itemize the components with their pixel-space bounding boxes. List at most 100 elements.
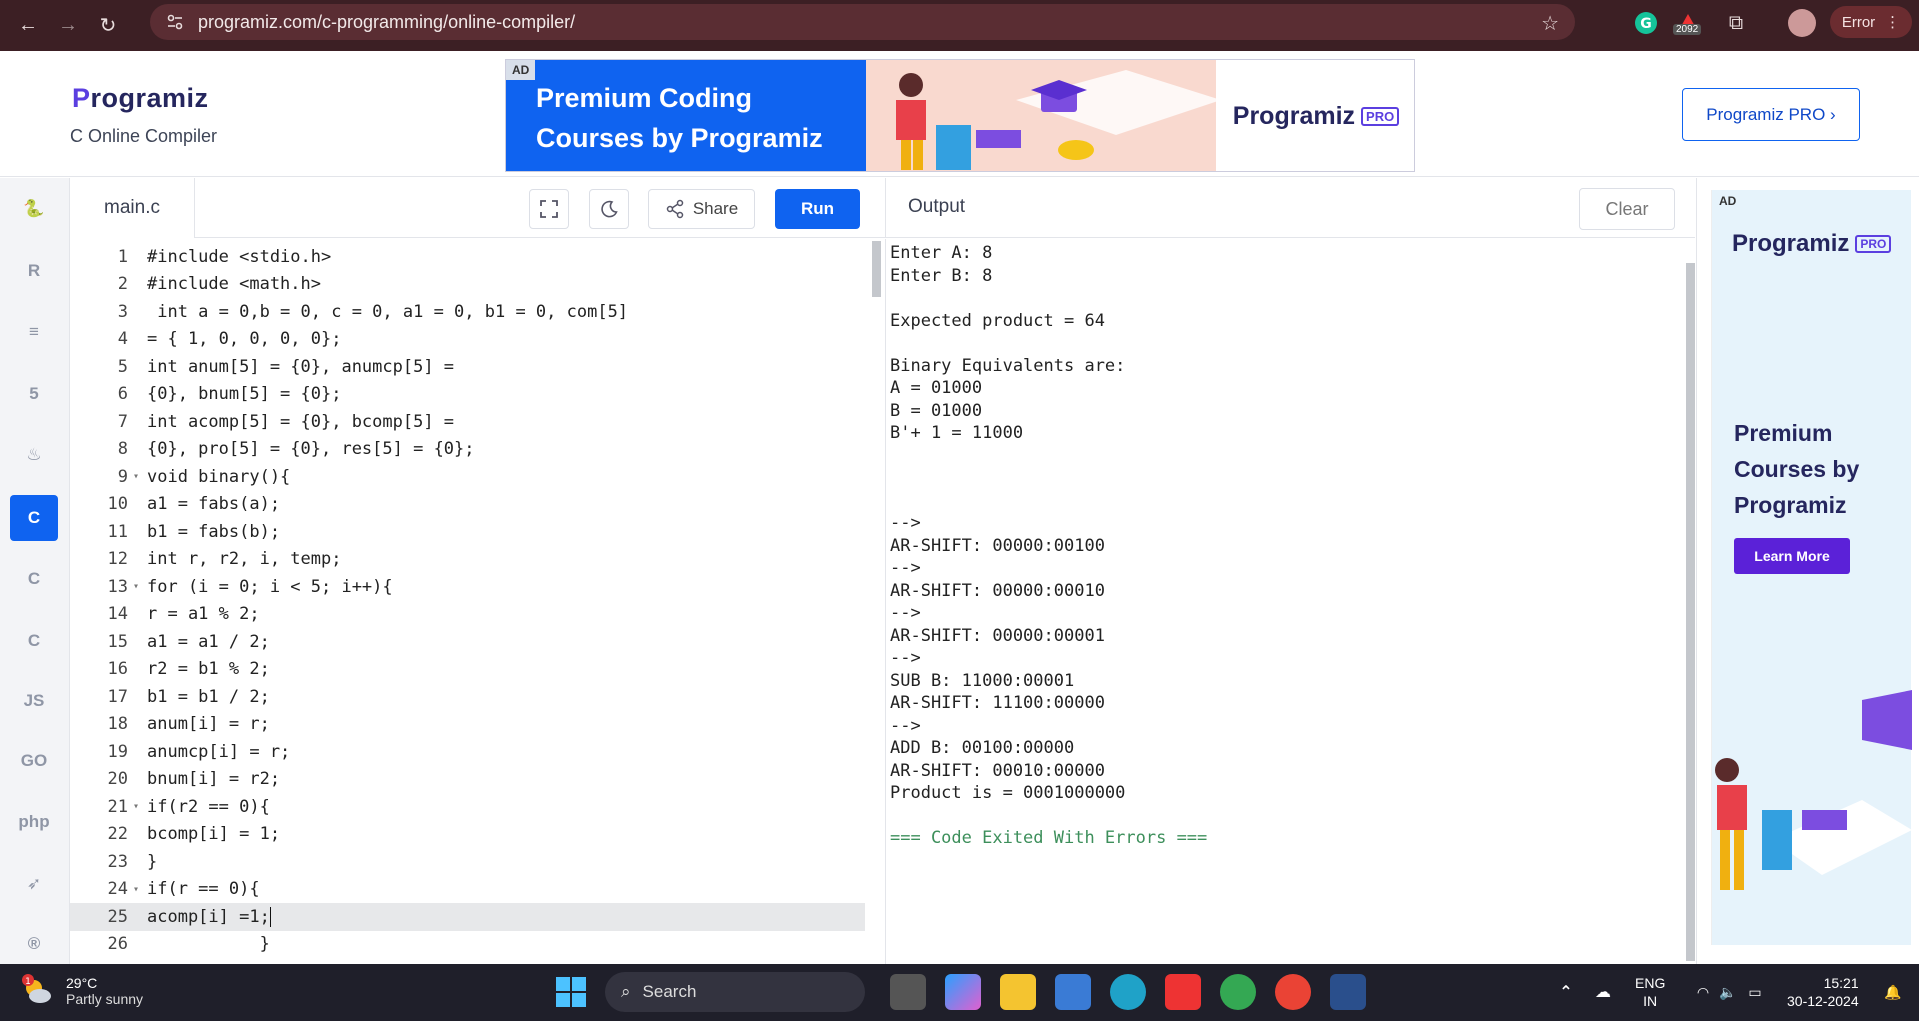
- cpp-icon[interactable]: C: [10, 556, 58, 602]
- clock-time: 15:21: [1823, 975, 1859, 991]
- code-line[interactable]: 11 b1 = fabs(b);: [70, 518, 865, 546]
- code-line[interactable]: 25 acomp[i] =1;: [70, 903, 865, 931]
- onedrive-icon[interactable]: ☁: [1585, 974, 1621, 1010]
- code-line[interactable]: 24 ▾ if(r == 0){: [70, 876, 865, 904]
- profile-error-chip[interactable]: Error ⋮: [1830, 6, 1912, 38]
- share-button[interactable]: Share: [648, 189, 755, 229]
- output-line: B = 01000: [890, 400, 983, 421]
- windows-start-icon[interactable]: [555, 976, 587, 1008]
- site-settings-icon[interactable]: [164, 11, 186, 33]
- code-line[interactable]: 18 anum[i] = r;: [70, 711, 865, 739]
- weather-widget[interactable]: 1 29°C Partly sunny: [20, 974, 143, 1008]
- reload-icon[interactable]: ↻: [88, 6, 128, 46]
- task-view-icon[interactable]: [890, 974, 926, 1010]
- taskbar-search[interactable]: ⌕ Search: [605, 972, 865, 1012]
- line-number: 1: [117, 246, 128, 267]
- forward-icon[interactable]: →: [48, 6, 88, 46]
- bookmark-star-icon[interactable]: ☆: [1541, 11, 1559, 36]
- grammarly-icon[interactable]: G: [1632, 9, 1660, 37]
- fold-toggle-icon[interactable]: ▾: [131, 581, 141, 592]
- code-line[interactable]: 5 int anum[5] = {0}, anumcp[5] =: [70, 353, 865, 381]
- store-icon[interactable]: [1055, 974, 1091, 1010]
- code-line[interactable]: 7 int acomp[5] = {0}, bcomp[5] =: [70, 408, 865, 436]
- code-line[interactable]: 23}: [70, 848, 865, 876]
- line-number: 16: [107, 659, 128, 680]
- programiz-logo[interactable]: Programiz: [72, 83, 209, 114]
- editor-scrollbar[interactable]: [872, 241, 881, 297]
- code-editor[interactable]: 1 #include <stdio.h> 2 #include <math.h> 3 i…: [70, 239, 885, 964]
- code-text: if(r == 0){: [147, 879, 260, 900]
- fold-toggle-icon[interactable]: ▾: [131, 884, 141, 895]
- code-text: int a = 0,b = 0, c = 0, a1 = 0, b1 = 0, …: [147, 301, 629, 322]
- sql-icon[interactable]: ≡: [10, 309, 58, 355]
- js-icon[interactable]: JS: [10, 678, 58, 724]
- code-line[interactable]: 6 {0}, bnum[5] = {0};: [70, 381, 865, 409]
- output-scrollbar[interactable]: [1686, 263, 1695, 961]
- r-icon[interactable]: R: [10, 248, 58, 294]
- line-number: 22: [107, 824, 128, 845]
- back-icon[interactable]: ←: [8, 6, 48, 46]
- dark-mode-button[interactable]: [589, 189, 629, 229]
- code-line[interactable]: 13 ▾ for (i = 0; i < 5; i++){: [70, 573, 865, 601]
- html-icon[interactable]: 5: [10, 371, 58, 417]
- code-line[interactable]: 15 a1 = a1 / 2;: [70, 628, 865, 656]
- address-bar[interactable]: programiz.com/c-programming/online-compi…: [150, 4, 1575, 40]
- input-language[interactable]: ENG IN: [1635, 974, 1665, 1010]
- rust-icon[interactable]: ®: [10, 921, 58, 967]
- code-line[interactable]: 1 #include <stdio.h>: [70, 243, 865, 271]
- code-line[interactable]: 16 r2 = b1 % 2;: [70, 656, 865, 684]
- php-icon[interactable]: php: [10, 799, 58, 845]
- java-icon[interactable]: ♨: [10, 432, 58, 478]
- battery-icon[interactable]: ▭: [1737, 974, 1773, 1010]
- banner-ad[interactable]: AD Premium Coding Courses by Programiz P…: [505, 59, 1415, 172]
- fold-toggle-icon[interactable]: ▾: [131, 801, 141, 812]
- code-line[interactable]: 21 ▾ if(r2 == 0){: [70, 793, 865, 821]
- file-explorer-icon[interactable]: [1000, 974, 1036, 1010]
- code-line[interactable]: 9 ▾ void binary(){: [70, 463, 865, 491]
- fold-toggle-icon[interactable]: ▾: [131, 471, 141, 482]
- output-console[interactable]: Enter A: 8 Enter B: 8 Expected product = 6…: [885, 239, 1695, 964]
- learn-more-button[interactable]: Learn More: [1734, 538, 1850, 574]
- share-label: Share: [692, 199, 739, 218]
- csharp-icon[interactable]: C: [10, 618, 58, 664]
- clear-button[interactable]: Clear: [1579, 188, 1675, 230]
- avatar[interactable]: [1788, 9, 1816, 37]
- more-menu-icon[interactable]: ⋮: [1885, 13, 1900, 31]
- run-button[interactable]: Run: [775, 189, 860, 229]
- tray-chevron-icon[interactable]: ⌃: [1548, 974, 1584, 1010]
- edge-icon[interactable]: [1110, 974, 1146, 1010]
- fullscreen-button[interactable]: [529, 189, 569, 229]
- wps-office-icon[interactable]: [1165, 974, 1201, 1010]
- side-ad[interactable]: Programiz PRO Premium Courses by Program…: [1696, 178, 1919, 964]
- line-number: 2: [117, 274, 128, 295]
- code-line[interactable]: 4 = { 1, 0, 0, 0, 0};: [70, 326, 865, 354]
- chrome-profile-icon[interactable]: [1275, 974, 1311, 1010]
- chrome-icon[interactable]: [1220, 974, 1256, 1010]
- system-clock[interactable]: 15:21 30-12-2024: [1787, 974, 1859, 1010]
- code-line[interactable]: 22 bcomp[i] = 1;: [70, 821, 865, 849]
- search-icon: ⌕: [621, 982, 631, 1001]
- code-line[interactable]: 14 r = a1 % 2;: [70, 601, 865, 629]
- copilot-icon[interactable]: [945, 974, 981, 1010]
- code-line[interactable]: 19 anumcp[i] = r;: [70, 738, 865, 766]
- code-line[interactable]: 3 int a = 0,b = 0, c = 0, a1 = 0, b1 = 0…: [70, 298, 865, 326]
- swift-icon[interactable]: ➶: [10, 861, 58, 907]
- programiz-pro-button[interactable]: Programiz PRO ›: [1682, 88, 1860, 141]
- file-tab[interactable]: main.c: [70, 178, 195, 238]
- c-icon[interactable]: C: [10, 495, 58, 541]
- code-line[interactable]: 10 a1 = fabs(a);: [70, 491, 865, 519]
- go-icon[interactable]: GO: [10, 738, 58, 784]
- output-line: -->: [890, 715, 921, 736]
- code-line[interactable]: 17 b1 = b1 / 2;: [70, 683, 865, 711]
- code-line[interactable]: 12 int r, r2, i, temp;: [70, 546, 865, 574]
- code-line[interactable]: 26 }: [70, 931, 865, 959]
- puzzle-icon[interactable]: ⧉: [1722, 9, 1750, 37]
- code-line[interactable]: 8 {0}, pro[5] = {0}, res[5] = {0};: [70, 436, 865, 464]
- code-line[interactable]: 2 #include <math.h>: [70, 271, 865, 299]
- output-line: Binary Equivalents are:: [890, 355, 1126, 376]
- code-line[interactable]: 20 bnum[i] = r2;: [70, 766, 865, 794]
- notifications-icon[interactable]: 🔔: [1875, 974, 1911, 1010]
- dev-cpp-icon[interactable]: [1330, 974, 1366, 1010]
- side-ad-card[interactable]: Programiz PRO Premium Courses by Program…: [1711, 190, 1912, 945]
- python-icon[interactable]: 🐍: [10, 186, 58, 232]
